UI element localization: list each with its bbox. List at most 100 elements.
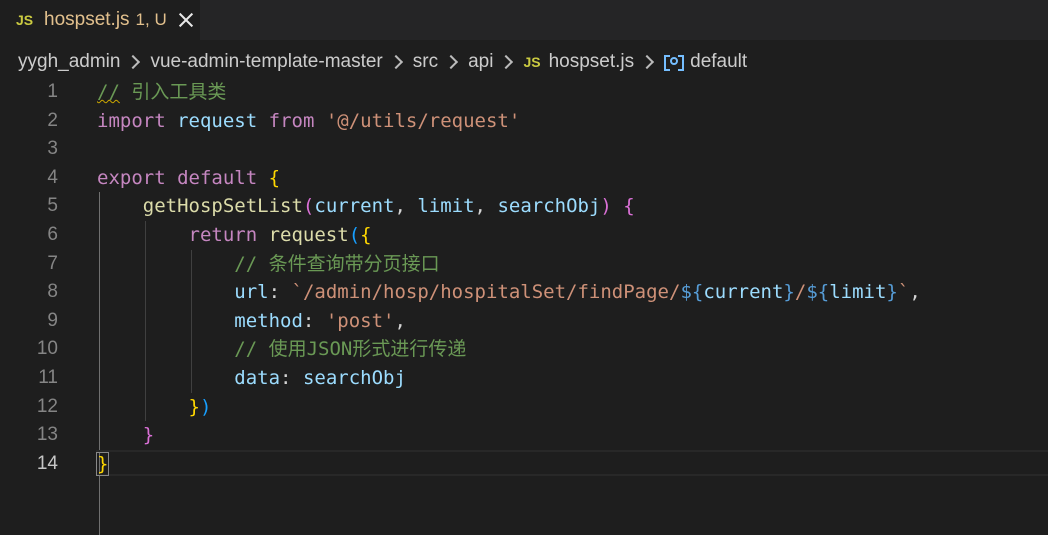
code-line[interactable]: 11 data: searchObj xyxy=(0,364,1048,393)
code-editor[interactable]: 1 // 引入工具类 2 import request from '@/utils/r… xyxy=(0,78,1048,535)
code-token: searchObj xyxy=(497,195,601,218)
code-token: ) xyxy=(600,195,612,218)
breadcrumb-item-file[interactable]: hospset.js xyxy=(549,51,635,73)
code-text: } xyxy=(97,421,154,450)
code-token: request xyxy=(268,224,349,246)
code-token: { xyxy=(268,166,281,189)
close-icon[interactable] xyxy=(177,11,195,29)
chevron-right-icon xyxy=(444,54,459,70)
code-token: export xyxy=(97,166,166,189)
line-number: 8 xyxy=(47,281,58,303)
line-number: 3 xyxy=(47,138,58,160)
code-token: `/admin/hosp/hospitalSet/findPage/ xyxy=(291,281,681,304)
line-number: 7 xyxy=(47,252,58,274)
code-line[interactable]: 4 export default { xyxy=(0,164,1048,193)
code-line[interactable]: 3 xyxy=(0,135,1048,164)
code-line[interactable]: 5 getHospSetList(current, limit, searchO… xyxy=(0,192,1048,221)
code-token: } xyxy=(142,424,155,447)
symbol-variable-icon xyxy=(664,54,685,71)
code-token: 引入工具类 xyxy=(119,81,227,103)
breadcrumb-item-api[interactable]: api xyxy=(468,51,493,73)
javascript-file-icon: JS xyxy=(16,12,34,28)
line-number: 13 xyxy=(36,424,58,446)
breadcrumb-item-symbol[interactable]: default xyxy=(690,51,747,73)
code-line[interactable]: 13 } xyxy=(0,421,1048,450)
breadcrumb-item-vue-admin-template-master[interactable]: vue-admin-template-master xyxy=(150,51,382,73)
chevron-right-icon xyxy=(499,54,514,70)
code-token: } xyxy=(886,281,898,304)
code-token: '@/utils/request' xyxy=(325,109,521,132)
javascript-file-icon: JS xyxy=(523,54,541,70)
code-token: , xyxy=(394,309,406,332)
line-number: 10 xyxy=(36,338,58,360)
code-token: : xyxy=(280,367,303,389)
code-token: , xyxy=(909,281,921,304)
code-token: } xyxy=(783,281,795,304)
code-text: export default { xyxy=(97,164,280,193)
code-token: , xyxy=(474,195,498,218)
tab-hospset-js[interactable]: JS hospset.js 1, U xyxy=(0,0,200,40)
chevron-right-icon xyxy=(126,54,141,70)
line-number: 14 xyxy=(36,452,58,474)
code-line[interactable]: 10 // 使用JSON形式进行传递 xyxy=(0,335,1048,364)
line-number: 6 xyxy=(47,224,58,245)
code-line[interactable]: 1 // 引入工具类 xyxy=(0,78,1048,107)
code-line[interactable]: 12 }) xyxy=(0,393,1048,422)
code-line[interactable]: 6 return request({ xyxy=(0,221,1048,250)
code-token: ${ xyxy=(806,281,830,304)
code-line[interactable]: 9 method: 'post', xyxy=(0,307,1048,336)
code-text: method: 'post', xyxy=(97,307,406,336)
code-text: // 引入工具类 xyxy=(97,78,226,107)
code-token: url xyxy=(234,281,269,304)
code-text: // 使用JSON形式进行传递 xyxy=(97,335,466,364)
code-text: data: searchObj xyxy=(97,364,406,393)
code-line[interactable]: 7 // 条件查询带分页接口 xyxy=(0,250,1048,279)
code-token: // xyxy=(97,81,120,103)
code-token: } xyxy=(188,395,200,418)
tab-status-badge: 1, U xyxy=(135,10,167,29)
code-token: ` xyxy=(897,281,910,304)
code-line[interactable]: 14} xyxy=(0,449,1048,479)
current-line-highlight xyxy=(96,449,1048,476)
breadcrumb-item-src[interactable]: src xyxy=(413,51,438,73)
line-number: 1 xyxy=(47,81,58,102)
code-token: // 使用JSON形式进行传递 xyxy=(234,338,467,361)
code-token: data xyxy=(234,367,281,389)
code-token: current xyxy=(703,281,784,304)
line-number: 12 xyxy=(36,395,58,417)
code-token: ${ xyxy=(680,281,704,304)
code-token: limit xyxy=(417,195,475,218)
line-number: 4 xyxy=(47,166,58,188)
code-text: getHospSetList(current, limit, searchObj… xyxy=(97,192,635,221)
code-text: }) xyxy=(97,393,212,422)
code-token: return xyxy=(188,224,258,246)
code-text: url: `/admin/hosp/hospitalSet/findPage/$… xyxy=(97,278,921,307)
line-number: 2 xyxy=(47,109,58,131)
code-token: method xyxy=(234,309,303,332)
breadcrumb-item-yygh-admin[interactable]: yygh_admin xyxy=(18,51,120,73)
code-line[interactable]: 8 url: `/admin/hosp/hospitalSet/findPage… xyxy=(0,278,1048,307)
code-text: } xyxy=(95,450,110,479)
code-token: ( xyxy=(348,224,361,246)
breadcrumb: yygh_admin vue-admin-template-master src… xyxy=(0,46,1048,78)
code-token: current xyxy=(314,195,395,218)
code-token: default xyxy=(177,166,258,189)
code-line[interactable]: 2 import request from '@/utils/request' xyxy=(0,107,1048,136)
line-number: 11 xyxy=(38,367,58,388)
code-token: import xyxy=(97,109,166,132)
